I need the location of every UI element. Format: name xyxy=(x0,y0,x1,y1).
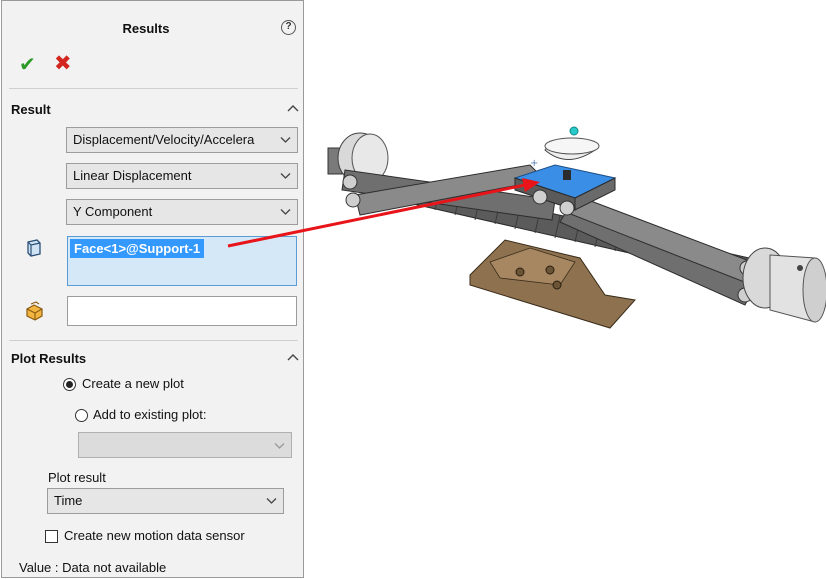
callout-arrow xyxy=(227,178,540,248)
